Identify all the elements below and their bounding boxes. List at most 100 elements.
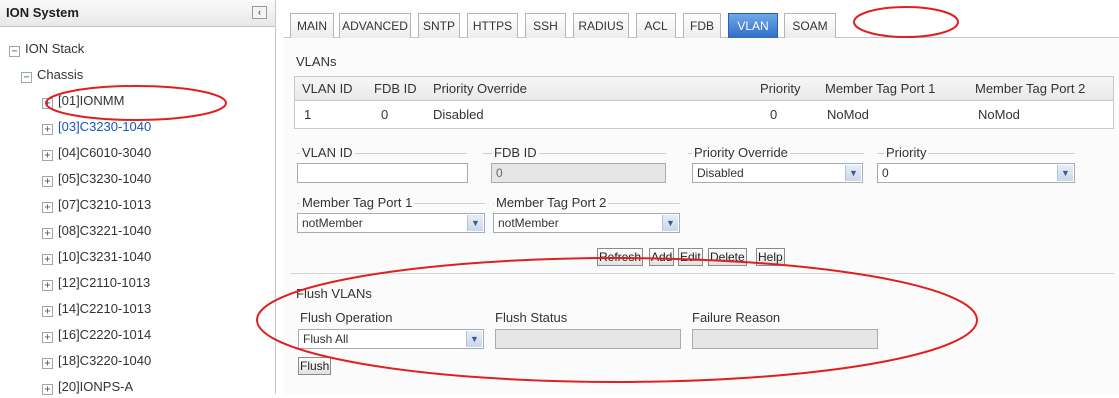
column-header-member-tag-port-2[interactable]: Member Tag Port 2 (975, 77, 1085, 101)
member-tag-port-1-label: Member Tag Port 1 (300, 195, 415, 210)
vlan-tab-content: VLANs VLAN ID FDB ID Priority Override P… (284, 39, 1119, 394)
tab-soam[interactable]: SOAM (784, 13, 836, 38)
tree-node-label: [08]C3221-1040 (58, 223, 152, 238)
tree-node[interactable]: + [04]C6010-3040 (42, 142, 151, 164)
vlan-id-label: VLAN ID (300, 145, 355, 160)
tab-advanced[interactable]: ADVANCED (339, 13, 411, 38)
column-header-member-tag-port-1[interactable]: Member Tag Port 1 (825, 77, 935, 101)
column-header-priority-override[interactable]: Priority Override (433, 77, 527, 101)
priority-value: 0 (882, 166, 889, 180)
expand-icon[interactable]: + (42, 202, 53, 213)
chevron-down-icon[interactable]: ▼ (467, 215, 483, 231)
tree-node[interactable]: + [20]IONPS-A (42, 376, 133, 398)
tab-acl[interactable]: ACL (636, 13, 676, 38)
tree-node-label: [16]C2220-1014 (58, 327, 152, 342)
member-tag-port-2-label: Member Tag Port 2 (494, 195, 609, 210)
tree-node[interactable]: + [07]C3210-1013 (42, 194, 151, 216)
tree-node[interactable]: + [03]C3230-1040 (42, 116, 151, 138)
tab-radius[interactable]: RADIUS (573, 13, 629, 38)
column-header-priority[interactable]: Priority (760, 77, 800, 101)
chevron-down-icon[interactable]: ▼ (662, 215, 678, 231)
expand-icon[interactable]: + (42, 384, 53, 395)
navigation-tree-panel: ION System ‹ − ION Stack − Chassis + [01]IONM… (0, 0, 276, 395)
vlan-table-header: VLAN ID FDB ID Priority Override Priorit… (295, 77, 1113, 101)
failure-reason-field (692, 329, 878, 349)
cell-member-tag-port-1: NoMod (827, 107, 869, 122)
tree-title: ION System (6, 5, 79, 20)
fdb-id-field: 0 (491, 163, 666, 183)
fdb-id-label: FDB ID (492, 145, 539, 160)
expand-icon[interactable]: + (42, 358, 53, 369)
member-tag-port-1-value: notMember (302, 216, 363, 230)
vlan-id-input[interactable] (297, 163, 468, 183)
expand-icon[interactable]: + (42, 124, 53, 135)
tree-node[interactable]: − ION Stack (9, 38, 84, 60)
refresh-button[interactable]: Refresh (597, 248, 644, 266)
tab-ssh[interactable]: SSH (525, 13, 566, 38)
tree-node[interactable]: + [10]C3231-1040 (42, 246, 151, 268)
delete-button[interactable]: Delete (708, 248, 747, 266)
tab-fdb[interactable]: FDB (683, 13, 721, 38)
chevron-down-icon[interactable]: ▼ (466, 331, 482, 347)
expand-icon[interactable]: + (42, 150, 53, 161)
edit-button[interactable]: Edit (678, 248, 703, 266)
section-divider (290, 273, 1114, 274)
cell-priority: 0 (770, 107, 778, 122)
tab-https[interactable]: HTTPS (467, 13, 518, 38)
tree-node-label: [14]C2210-1013 (58, 301, 152, 316)
priority-label: Priority (884, 145, 929, 160)
config-panel: MAIN ADVANCED SNTP HTTPS SSH RADIUS ACL FDB VLAN… (284, 0, 1119, 394)
flush-status-field (495, 329, 681, 349)
priority-override-select[interactable]: Disabled ▼ (692, 163, 863, 183)
add-button[interactable]: Add (649, 248, 675, 266)
expand-icon[interactable]: + (42, 332, 53, 343)
tree-node[interactable]: + [05]C3230-1040 (42, 168, 151, 190)
tab-sntp[interactable]: SNTP (418, 13, 460, 38)
flush-status-label: Flush Status (495, 310, 568, 325)
chevron-down-icon[interactable]: ▼ (845, 165, 861, 181)
member-tag-port-2-value: notMember (498, 216, 559, 230)
tree-node-label: [12]C2110-1013 (58, 275, 151, 290)
table-row[interactable]: 1 0 Disabled 0 NoMod NoMod (295, 101, 1113, 128)
tree-node-label: [20]IONPS-A (58, 379, 134, 394)
cell-priority-override: Disabled (433, 107, 484, 122)
expand-icon[interactable]: + (42, 306, 53, 317)
tree-node[interactable]: − Chassis (21, 64, 83, 86)
tree-node-label: [05]C3230-1040 (58, 171, 152, 186)
tab-main[interactable]: MAIN (290, 13, 334, 38)
tree-node-label: [07]C3210-1013 (58, 197, 152, 212)
tree-node-label: [01]IONMM (58, 93, 125, 108)
collapse-panel-icon[interactable]: ‹ (252, 6, 267, 19)
flush-operation-select[interactable]: Flush All ▼ (298, 329, 484, 349)
collapse-icon[interactable]: − (21, 72, 32, 83)
cell-vlan-id: 1 (304, 107, 312, 122)
column-header-vlan-id[interactable]: VLAN ID (302, 77, 353, 101)
priority-override-value: Disabled (697, 166, 744, 180)
flush-operation-label: Flush Operation (300, 310, 393, 325)
tree-node[interactable]: + [14]C2210-1013 (42, 298, 151, 320)
flush-operation-value: Flush All (303, 332, 349, 346)
expand-icon[interactable]: + (42, 280, 53, 291)
member-tag-port-1-select[interactable]: notMember ▼ (297, 213, 485, 233)
expand-icon[interactable]: + (42, 254, 53, 265)
help-button[interactable]: Help (756, 248, 785, 266)
column-header-fdb-id[interactable]: FDB ID (374, 77, 417, 101)
expand-icon[interactable]: + (42, 228, 53, 239)
vlans-section-title: VLANs (296, 54, 337, 69)
expand-icon[interactable]: + (42, 98, 53, 109)
expand-icon[interactable]: + (42, 176, 53, 187)
flush-button[interactable]: Flush (298, 357, 332, 375)
priority-select[interactable]: 0 ▼ (877, 163, 1075, 183)
vlan-table: VLAN ID FDB ID Priority Override Priorit… (294, 76, 1114, 129)
collapse-icon[interactable]: − (9, 46, 20, 57)
chevron-down-icon[interactable]: ▼ (1057, 165, 1073, 181)
tree-node[interactable]: + [18]C3220-1040 (42, 350, 151, 372)
tree-node[interactable]: + [12]C2110-1013 (42, 272, 150, 294)
cell-member-tag-port-2: NoMod (978, 107, 1020, 122)
tree-node[interactable]: + [16]C2220-1014 (42, 324, 151, 346)
member-tag-port-2-select[interactable]: notMember ▼ (493, 213, 680, 233)
tab-vlan[interactable]: VLAN (728, 13, 778, 38)
tree-node[interactable]: + [01]IONMM (42, 90, 124, 112)
tree-node[interactable]: + [08]C3221-1040 (42, 220, 151, 242)
cell-fdb-id: 0 (381, 107, 389, 122)
